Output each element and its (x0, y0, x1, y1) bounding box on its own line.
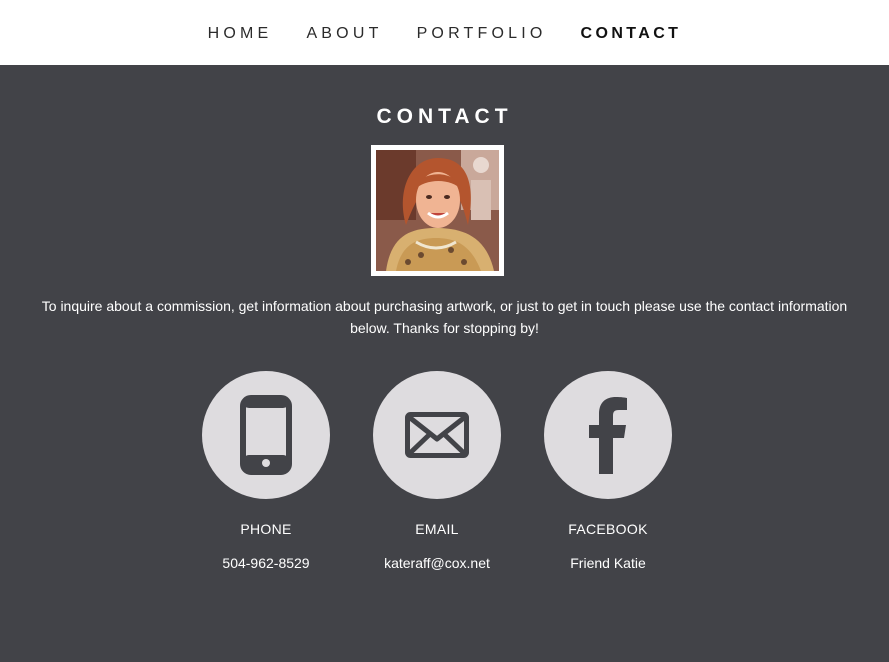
email-label: EMAIL (415, 521, 459, 537)
facebook-link[interactable]: Friend Katie (528, 555, 688, 571)
contact-facebook: FACEBOOK Friend Katie (528, 371, 688, 571)
envelope-icon (405, 412, 469, 458)
email-button[interactable] (373, 371, 501, 499)
nav-item-contact[interactable]: CONTACT (581, 23, 682, 43)
facebook-button[interactable] (544, 371, 672, 499)
email-address[interactable]: kateraff@cox.net (357, 555, 517, 571)
intro-text: To inquire about a commission, get infor… (41, 298, 848, 336)
contact-email: EMAIL kateraff@cox.net (357, 371, 517, 571)
nav-menu: HOME ABOUT PORTFOLIO CONTACT (191, 23, 699, 43)
portrait-image (376, 150, 499, 271)
portrait-photo (371, 145, 504, 276)
top-navigation: HOME ABOUT PORTFOLIO CONTACT (0, 0, 889, 65)
facebook-icon (589, 397, 627, 474)
phone-button[interactable] (202, 371, 330, 499)
nav-item-portfolio[interactable]: PORTFOLIO (417, 23, 547, 43)
contact-phone: PHONE 504-962-8529 (186, 371, 346, 571)
facebook-label: FACEBOOK (568, 521, 648, 537)
phone-icon (240, 395, 292, 475)
phone-label: PHONE (240, 521, 292, 537)
nav-item-home[interactable]: HOME (208, 23, 273, 43)
page-title: CONTACT (376, 105, 513, 128)
nav-item-about[interactable]: ABOUT (306, 23, 382, 43)
contact-section: CONTACT To inquire about a commission, g… (0, 65, 889, 662)
phone-number[interactable]: 504-962-8529 (186, 555, 346, 571)
